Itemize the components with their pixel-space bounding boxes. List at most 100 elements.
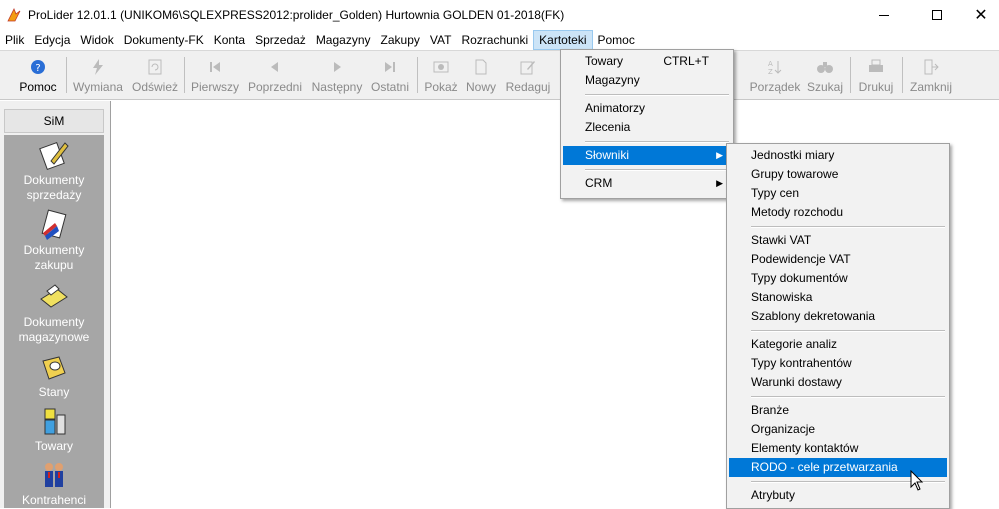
menu-item-warunki-dostawy[interactable]: Warunki dostawy (729, 373, 947, 392)
print-button[interactable]: Drukuj (854, 55, 898, 95)
next-record-icon (334, 62, 341, 72)
menu-kartoteki[interactable]: Kartoteki (533, 30, 593, 50)
menu-item-typy-kontrahentow[interactable]: Typy kontrahentów (729, 354, 947, 373)
menu-item-stawki-vat[interactable]: Stawki VAT (729, 231, 947, 250)
menu-item-szablony-dekretowania[interactable]: Szablony dekretowania (729, 307, 947, 326)
sidebar-item-purchase-documents[interactable]: Dokumenty zakupu (4, 209, 104, 273)
search-label: Szukaj (806, 80, 844, 94)
menu-item-stanowiska[interactable]: Stanowiska (729, 288, 947, 307)
sort-az-icon: AZ (768, 60, 782, 76)
refresh-icon (148, 59, 162, 75)
svg-text:A: A (768, 60, 773, 68)
document-stamp-icon (41, 209, 67, 240)
menu-vat[interactable]: VAT (425, 30, 457, 50)
menu-dokumenty-fk[interactable]: Dokumenty-FK (119, 30, 209, 50)
order-button[interactable]: AZ Porządek (748, 55, 802, 95)
menu-item-jednostki-miary[interactable]: Jednostki miary (729, 146, 947, 165)
sidebar-item-line2: sprzedaży (26, 188, 82, 202)
exchange-button[interactable]: Wymiana (70, 55, 126, 95)
menu-magazyny[interactable]: Magazyny (311, 30, 376, 50)
svg-text:?: ? (35, 63, 40, 74)
menu-pomoc[interactable]: Pomoc (593, 30, 640, 50)
binoculars-icon (817, 62, 833, 73)
menu-item-podewidencje-vat[interactable]: Podewidencje VAT (729, 250, 947, 269)
stock-folder-icon (42, 356, 66, 380)
sidebar-item-sales-documents[interactable]: Dokumenty sprzedaży (4, 139, 104, 203)
menu-rozrachunki[interactable]: Rozrachunki (456, 30, 533, 50)
sidebar-item-line2: magazynowe (18, 330, 90, 344)
pen-document-icon (39, 141, 69, 171)
show-button[interactable]: Pokaż (422, 55, 460, 95)
close-button[interactable]: ✕ (958, 0, 999, 30)
menu-item-organizacje[interactable]: Organizacje (729, 420, 947, 439)
sidebar-item-line1: Kontrahenci (21, 493, 87, 507)
menu-item-typy-cen[interactable]: Typy cen (729, 184, 947, 203)
menu-item-grupy-towarowe[interactable]: Grupy towarowe (729, 165, 947, 184)
sidebar-item-stock[interactable]: Stany (4, 351, 104, 400)
menu-item-typy-dokumentow[interactable]: Typy dokumentów (729, 269, 947, 288)
menu-separator (751, 396, 945, 398)
last-button[interactable]: Ostatni (368, 55, 412, 95)
order-label: Porządek (749, 80, 801, 94)
last-record-icon (385, 62, 395, 72)
menu-item-slowniki[interactable]: Słowniki ▶ (563, 146, 731, 165)
toolbar-separator (417, 57, 418, 93)
toolbar: ? Pomoc Wymiana Odśwież Pierwszy Poprzed… (0, 50, 999, 100)
menu-item-towary[interactable]: Towary CTRL+T (563, 52, 731, 71)
first-label: Pierwszy (190, 80, 239, 94)
toolbar-separator (184, 57, 185, 93)
search-button[interactable]: Szukaj (806, 55, 844, 95)
menu-widok[interactable]: Widok (75, 30, 118, 50)
toolbar-separator (902, 57, 903, 93)
menu-item-animatorzy[interactable]: Animatorzy (563, 99, 731, 118)
exit-door-icon (924, 59, 939, 75)
refresh-button[interactable]: Odśwież (130, 55, 180, 95)
next-button[interactable]: Następny (308, 55, 366, 95)
close-window-button[interactable]: Zamknij (906, 55, 956, 95)
menu-item-metody-rozchodu[interactable]: Metody rozchodu (729, 203, 947, 222)
menu-zakupy[interactable]: Zakupy (376, 30, 425, 50)
show-label: Pokaż (424, 80, 458, 94)
refresh-label: Odśwież (131, 80, 178, 94)
toolbar-separator (850, 57, 851, 93)
menu-item-crm[interactable]: CRM ▶ (563, 174, 731, 193)
menu-item-elementy-kontaktow[interactable]: Elementy kontaktów (729, 439, 947, 458)
menu-item-branze[interactable]: Branże (729, 401, 947, 420)
new-label: Nowy (465, 80, 496, 94)
maximize-button[interactable] (914, 0, 960, 30)
sidebar-item-line2: zakupu (34, 258, 74, 272)
sidebar-header[interactable]: SiM (4, 109, 104, 133)
sidebar-item-contractors[interactable]: Kontrahenci (4, 459, 104, 508)
svg-text:Z: Z (768, 68, 773, 76)
minimize-button[interactable] (861, 0, 907, 30)
help-label: Pomoc (19, 80, 57, 94)
menu-separator (585, 141, 729, 143)
edit-button[interactable]: Redaguj (504, 55, 552, 95)
menu-separator (751, 330, 945, 332)
next-label: Następny (311, 80, 363, 94)
menu-item-kategorie-analiz[interactable]: Kategorie analiz (729, 335, 947, 354)
menu-sprzedaz[interactable]: Sprzedaż (250, 30, 311, 50)
menu-separator (751, 226, 945, 228)
help-button[interactable]: ? Pomoc (14, 55, 62, 95)
previous-button[interactable]: Poprzedni (246, 55, 304, 95)
menu-plik[interactable]: Plik (0, 30, 29, 50)
sidebar-item-line1: Dokumenty (23, 315, 85, 329)
sidebar-item-line1: Dokumenty (23, 243, 85, 257)
title-bar: ProLider 12.01.1 (UNIKOM6\SQLEXPRESS2012… (0, 0, 999, 30)
app-logo-icon (7, 8, 21, 22)
new-button[interactable]: Nowy (462, 55, 500, 95)
toolbar-separator (66, 57, 67, 93)
first-button[interactable]: Pierwszy (190, 55, 240, 95)
menu-item-zlecenia[interactable]: Zlecenia (563, 118, 731, 137)
menu-edycja[interactable]: Edycja (29, 30, 75, 50)
menu-konta[interactable]: Konta (209, 30, 250, 50)
show-icon (433, 61, 449, 73)
sidebar-item-line1: Dokumenty (23, 173, 85, 187)
sidebar-item-goods[interactable]: Towary (4, 405, 104, 454)
sidebar-item-warehouse-documents[interactable]: Dokumenty magazynowe (4, 281, 104, 345)
menu-item-magazyny[interactable]: Magazyny (563, 71, 731, 90)
menu-separator (585, 94, 729, 96)
sidebar: SiM Dokumenty sprzedaży Dokumenty zakupu… (0, 101, 111, 508)
menu-separator (585, 169, 729, 171)
